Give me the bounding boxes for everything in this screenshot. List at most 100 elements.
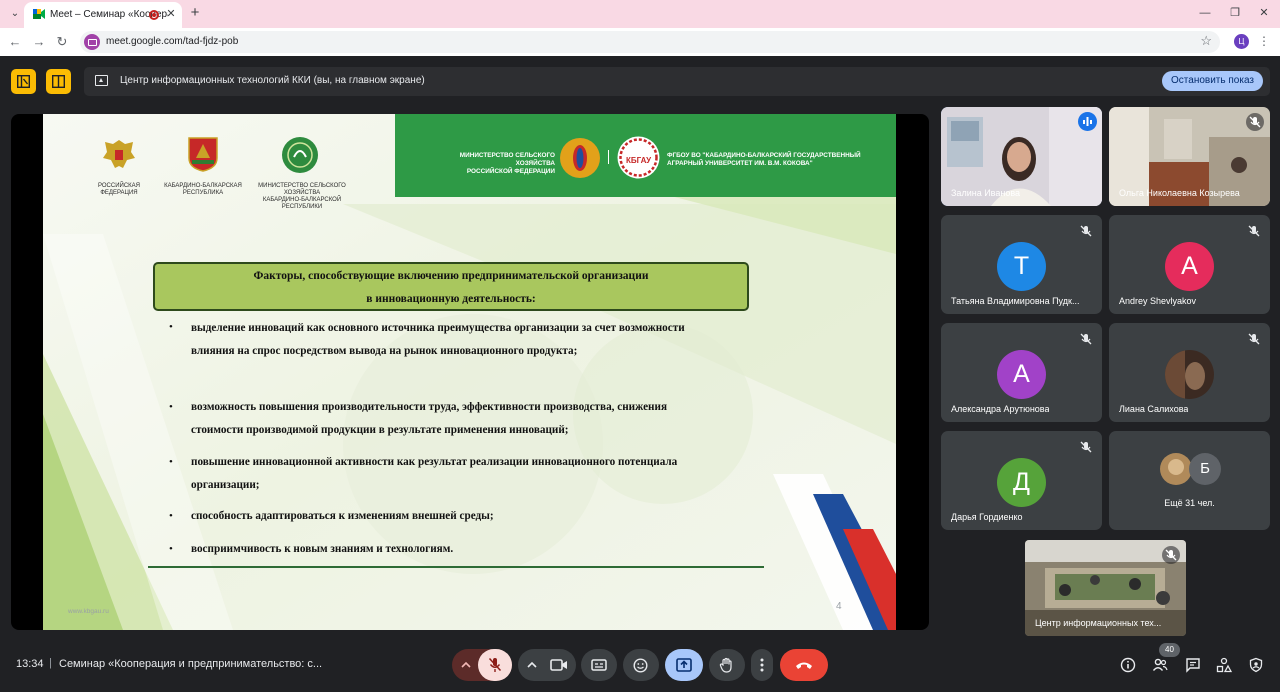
- mic-off-icon: [488, 657, 502, 672]
- participant-tile-4[interactable]: А Andrey Shevlyakov: [1109, 215, 1270, 314]
- logo-divider: [608, 150, 609, 164]
- chat-icon[interactable]: [1185, 657, 1201, 673]
- host-controls-icon[interactable]: [1248, 657, 1264, 673]
- meeting-title: Семинар «Кооперация и предпринимательств…: [59, 658, 323, 670]
- mic-off-icon: [1248, 225, 1260, 237]
- participant-count-badge: 40: [1159, 643, 1180, 657]
- participant-tile-2[interactable]: Ольга Николаевна Козырева: [1109, 107, 1270, 206]
- camera-options-chevron-icon[interactable]: [526, 660, 538, 670]
- reload-button[interactable]: ↻: [53, 33, 71, 51]
- mic-toggle-button[interactable]: [478, 649, 512, 681]
- browser-tab-meet[interactable]: Meet – Семинар «Коопера ✕: [24, 2, 182, 28]
- bullet-item-5: восприимчивость к новым знаниям и технол…: [191, 543, 454, 555]
- clock-time: 13:34: [16, 658, 44, 670]
- present-screen-button[interactable]: [665, 649, 703, 681]
- bullet-item-3: повышение инновационной активности как р…: [191, 456, 678, 491]
- participant-name: Залина Иванова: [951, 188, 1021, 198]
- profile-avatar[interactable]: Ц: [1234, 34, 1249, 49]
- stop-presenting-button[interactable]: Остановить показ: [1162, 71, 1263, 91]
- meeting-info-icon[interactable]: [1120, 657, 1136, 673]
- emblem-label-rf: РОССИЙСКАЯ ФЕДЕРАЦИЯ: [98, 183, 140, 196]
- forward-button[interactable]: →: [30, 33, 48, 51]
- participant-avatar: А: [1165, 242, 1214, 291]
- speaking-indicator-icon: [1078, 112, 1097, 131]
- more-participants-tile[interactable]: Б Ещё 31 чел.: [1109, 431, 1270, 530]
- split-view-icon: [52, 75, 65, 88]
- activities-icon[interactable]: [1216, 657, 1232, 673]
- mic-options-chevron-icon[interactable]: [460, 660, 472, 670]
- shared-screen: РОССИЙСКАЯ ФЕДЕРАЦИЯ КАБАРДИНО-БАЛКАРСКА…: [11, 114, 929, 630]
- participant-tile-3[interactable]: Т Татьяна Владимировна Пудк...: [941, 215, 1102, 314]
- mic-control-group: [452, 649, 512, 681]
- bullet-dot: •: [169, 543, 173, 555]
- tab-close-icon[interactable]: ✕: [164, 7, 178, 21]
- mic-off-icon: [1248, 333, 1260, 345]
- camera-toggle-button[interactable]: [542, 649, 576, 681]
- bookmark-star-icon[interactable]: ☆: [1200, 33, 1212, 49]
- slide-title-line-2: в инновационную деятельность:: [366, 293, 536, 305]
- separator: |: [49, 657, 52, 669]
- participant-photo-avatar: [1165, 350, 1214, 399]
- participant-name: Татьяна Владимировна Пудк...: [951, 296, 1080, 306]
- browser-tabstrip: ⌄ Meet – Семинар «Коопера ✕ + — ❐ ✕: [0, 0, 1280, 28]
- bullet-dot: •: [169, 510, 173, 522]
- participant-name: Andrey Shevlyakov: [1119, 296, 1197, 306]
- participant-tile-5[interactable]: А Александра Арутюнова: [941, 323, 1102, 422]
- people-icon[interactable]: [1152, 657, 1168, 673]
- participant-photo-avatar: [1160, 453, 1192, 485]
- presentation-slide: РОССИЙСКАЯ ФЕДЕРАЦИЯ КАБАРДИНО-БАЛКАРСКА…: [43, 114, 896, 630]
- restore-button[interactable]: ❐: [1226, 4, 1244, 22]
- panels-icon: [17, 75, 30, 88]
- self-view-tile[interactable]: Центр информационных тех...: [1025, 540, 1186, 636]
- participant-avatar: Б: [1189, 453, 1221, 485]
- address-bar[interactable]: meet.google.com/tad-fjdz-pob ☆: [80, 31, 1220, 53]
- recording-indicator-icon: [149, 10, 159, 20]
- participant-tile-1[interactable]: Залина Иванова: [941, 107, 1102, 206]
- kbgau-logo-icon: КБГАУ: [617, 136, 660, 179]
- slide-title-line-1: Факторы, способствующие включению предпр…: [253, 270, 649, 282]
- participant-name: Ольга Николаевна Козырева: [1119, 188, 1240, 198]
- more-participants-count: Ещё 31 чел.: [1164, 498, 1215, 508]
- ministry-rf-text: МИНИСТЕРСТВО СЕЛЬСКОГО ХОЗЯЙСТВА РОССИЙС…: [459, 152, 555, 175]
- more-vert-icon: [760, 658, 764, 672]
- leave-call-button[interactable]: [780, 649, 828, 681]
- participant-avatar: Т: [997, 242, 1046, 291]
- bullet-dot: •: [169, 401, 173, 413]
- slide-page-number: 4: [836, 601, 842, 612]
- mic-off-icon: [1080, 333, 1092, 345]
- kbr-coat-of-arms-icon: [188, 137, 218, 172]
- participant-name: Александра Арутюнова: [951, 404, 1050, 414]
- captions-button[interactable]: [581, 649, 617, 681]
- raise-hand-button[interactable]: [709, 649, 745, 681]
- sidebar-toggle-button[interactable]: [46, 69, 71, 94]
- participant-name: Лиана Салихова: [1119, 404, 1189, 414]
- presenting-bar: Центр информационных технологий ККИ (вы,…: [84, 67, 1270, 96]
- kbgau-logo-text: КБГАУ: [626, 156, 652, 165]
- mic-off-icon: [1162, 546, 1180, 564]
- close-window-button[interactable]: ✕: [1255, 4, 1273, 22]
- camera-control-group: [518, 649, 576, 681]
- presenting-status-text: Центр информационных технологий ККИ (вы,…: [120, 75, 425, 86]
- minimize-button[interactable]: —: [1196, 4, 1214, 22]
- videocam-icon: [550, 659, 567, 671]
- emblem-label-kbr: КАБАРДИНО-БАЛКАРСКАЯ РЕСПУБЛИКА: [164, 183, 242, 196]
- ministry-kbr-logo-icon: [282, 137, 318, 173]
- browser-menu-icon[interactable]: ⋮: [1258, 33, 1270, 49]
- bullet-item-1: выделение инноваций как основного источн…: [191, 322, 685, 357]
- participant-tile-6[interactable]: Лиана Салихова: [1109, 323, 1270, 422]
- new-tab-button[interactable]: +: [186, 4, 204, 22]
- bullet-dot: •: [169, 321, 173, 333]
- mic-off-icon: [1246, 113, 1264, 131]
- ministry-rf-logo-icon: [560, 138, 600, 178]
- participant-tile-7[interactable]: Д Дарья Гордиенко: [941, 431, 1102, 530]
- reactions-button[interactable]: [623, 649, 659, 681]
- bullet-item-4: способность адаптироваться к изменениям …: [191, 510, 494, 522]
- more-options-button[interactable]: [751, 649, 773, 681]
- participant-avatar: А: [997, 350, 1046, 399]
- slide-divider-line: [148, 566, 764, 568]
- tab-search-icon[interactable]: ⌄: [6, 5, 24, 23]
- back-button[interactable]: ←: [6, 33, 24, 51]
- participant-avatar: Д: [997, 458, 1046, 507]
- site-info-icon[interactable]: [84, 34, 100, 50]
- layout-toggle-button[interactable]: [11, 69, 36, 94]
